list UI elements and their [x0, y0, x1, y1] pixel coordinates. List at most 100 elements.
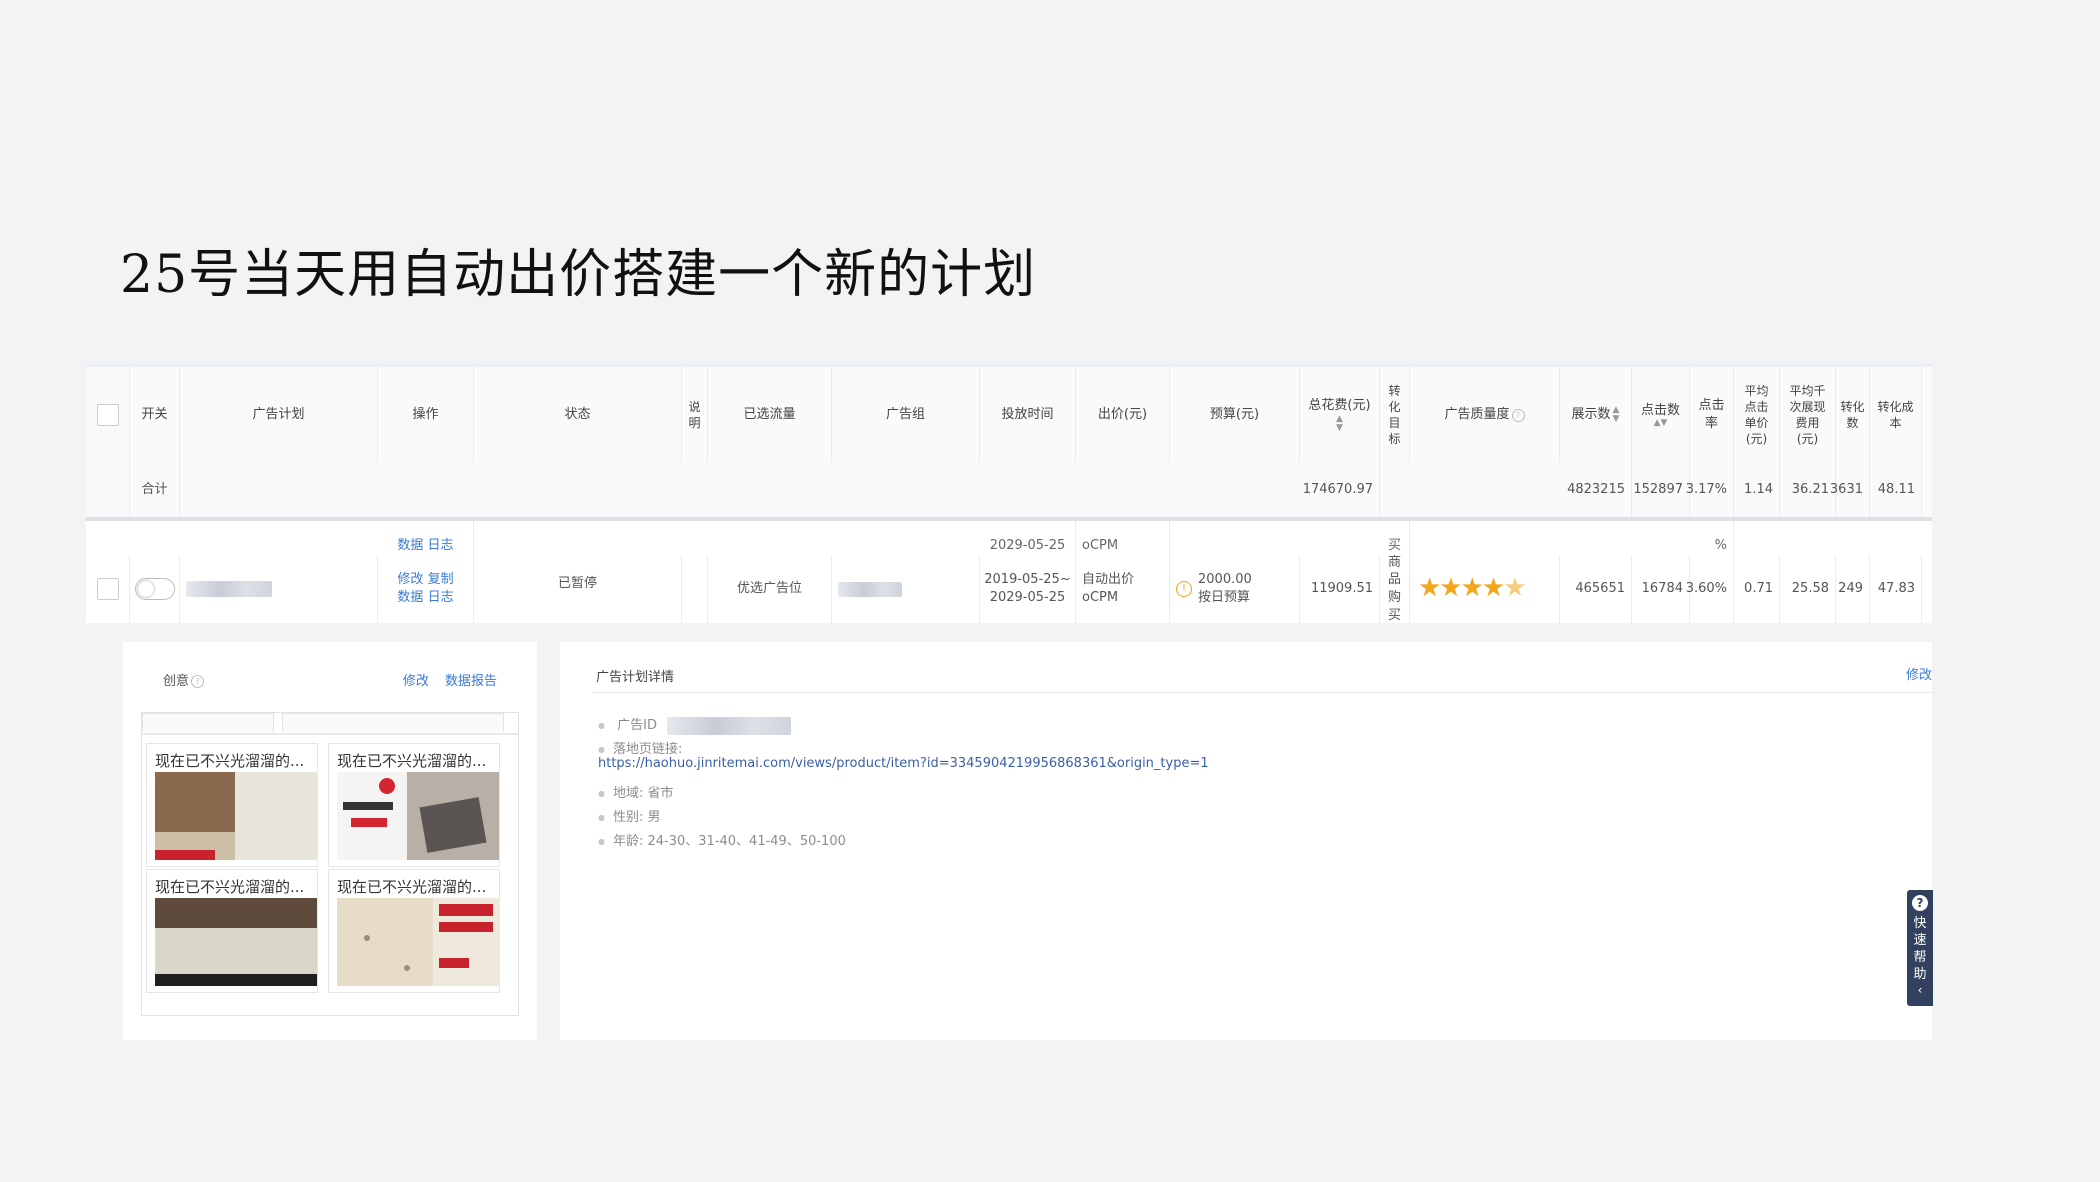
- help-icon[interactable]: ?: [1511, 408, 1525, 422]
- creative-thumb[interactable]: 现在已不兴光溜溜的...: [146, 869, 318, 993]
- row-impressions: 465651: [1560, 555, 1632, 623]
- total-impressions: 4823215: [1560, 463, 1632, 517]
- warning-icon[interactable]: !: [1176, 581, 1192, 597]
- total-cost: 174670.97: [1300, 463, 1380, 517]
- row-target: 商品购买: [1380, 555, 1410, 623]
- row-clicks: 16784: [1632, 555, 1690, 623]
- creative-gallery: 现在已不兴光溜溜的... 现在已不兴光溜溜的... 现在已不兴光溜溜的... 现…: [141, 712, 519, 1016]
- detail-region: 地域: 省市: [598, 782, 674, 801]
- data-link[interactable]: 数据: [397, 590, 423, 605]
- ad-id-redacted: [667, 716, 792, 735]
- partial-ctr: %: [1690, 521, 1734, 555]
- detail-ad-id: 广告ID: [598, 714, 792, 735]
- row-note-cell: [682, 555, 708, 623]
- header-time: 投放时间: [980, 367, 1076, 463]
- header-cpa: 转化成本: [1870, 367, 1922, 463]
- header-impressions-cell[interactable]: 展示数 ▲ ▼: [1560, 367, 1632, 463]
- row-action-cell: 修改 复制 数据 日志: [378, 555, 474, 623]
- thumb-caption: 现在已不兴光溜溜的...: [337, 878, 487, 896]
- sort-icon[interactable]: ▲▼: [1654, 419, 1668, 428]
- total-empty-cell: [86, 463, 130, 517]
- table-total-row: 合计 174670.97 4823215 152897 3.17% 1.14 3…: [86, 463, 1932, 521]
- total-ctr: 3.17%: [1686, 463, 1734, 517]
- header-traffic: 已选流量: [708, 367, 832, 463]
- header-clicks-cell[interactable]: 点击数 ▲▼: [1632, 367, 1690, 463]
- quick-help-label: 快速帮助: [1913, 916, 1927, 982]
- thumb-caption: 现在已不兴光溜溜的...: [155, 878, 305, 896]
- header-ctr: 点击率: [1698, 398, 1725, 431]
- help-icon[interactable]: ?: [191, 675, 205, 688]
- header-status: 状态: [474, 367, 682, 463]
- header-cpm: 平均千次展现费用(元): [1780, 367, 1836, 463]
- header-budget: 预算(元): [1170, 367, 1300, 463]
- select-all-checkbox[interactable]: [96, 404, 119, 426]
- partial-bid: oCPM: [1076, 521, 1170, 555]
- row-plan-cell[interactable]: [180, 555, 378, 623]
- row-group-cell[interactable]: [832, 555, 980, 623]
- creative-tab-strip: [142, 713, 518, 735]
- landing-page-link[interactable]: https://haohuo.jinritemai.com/views/prod…: [598, 756, 1209, 771]
- creative-title: 创意: [163, 674, 190, 689]
- creative-tab[interactable]: [142, 713, 274, 732]
- creative-thumb[interactable]: 现在已不兴光溜溜的...: [328, 869, 500, 993]
- partial-action[interactable]: 数据 日志: [378, 521, 474, 555]
- row-status: 已暂停: [474, 555, 682, 623]
- floor-photo-image: [155, 772, 317, 860]
- detail-edit-link[interactable]: 修改: [1906, 664, 1932, 683]
- header-conversions: 转化数: [1836, 367, 1870, 463]
- row-quality-cell: ★★★★★: [1410, 555, 1560, 623]
- edit-link[interactable]: 修改: [397, 572, 423, 587]
- detail-title: 广告计划详情: [596, 670, 675, 685]
- header-ctr-cell[interactable]: 点击率: [1690, 367, 1734, 463]
- detail-gender: 性别: 男: [598, 806, 661, 825]
- row-cpa: 47.83: [1870, 555, 1922, 623]
- plan-name-redacted: [186, 581, 272, 597]
- row-bid-mode: oCPM: [1082, 590, 1119, 605]
- plan-toggle-switch[interactable]: [134, 578, 175, 600]
- living-room-image: [155, 898, 317, 986]
- total-label: 合计: [130, 463, 180, 517]
- header-plan: 广告计划: [180, 367, 378, 463]
- row-time-start: 2019-05-25~: [984, 572, 1071, 588]
- detail-age: 年龄: 24-30、31-40、41-49、50-100: [598, 830, 846, 849]
- header-cost-cell[interactable]: 总花费(元) ▲ ▼: [1300, 367, 1380, 463]
- row-bid-type: 自动出价: [1082, 572, 1135, 588]
- sort-icon[interactable]: ▲▼: [1613, 406, 1620, 424]
- row-bid-cell: 自动出价 oCPM: [1076, 555, 1170, 623]
- total-conversions: 3631: [1830, 463, 1870, 517]
- question-icon: ?: [1912, 895, 1928, 911]
- floor-tile-image: [337, 898, 499, 986]
- header-action: 操作: [378, 367, 474, 463]
- creative-thumb[interactable]: 现在已不兴光溜溜的...: [328, 743, 500, 867]
- creative-tab[interactable]: [282, 713, 504, 732]
- row-budget-type: 按日预算: [1198, 590, 1251, 605]
- quick-help-tab[interactable]: ? 快速帮助 ‹: [1907, 890, 1933, 1006]
- creative-links: 修改 数据报告: [391, 670, 497, 689]
- sort-icon[interactable]: ▲▼: [1336, 414, 1343, 433]
- row-select-cell: [86, 555, 130, 623]
- row-budget-cell: ! 2000.00 按日预算: [1170, 555, 1300, 623]
- creative-report-link[interactable]: 数据报告: [445, 674, 497, 689]
- log-link[interactable]: 日志: [428, 590, 454, 605]
- header-quality-cell: 广告质量度?: [1410, 367, 1560, 463]
- copy-link[interactable]: 复制: [428, 572, 454, 587]
- total-cpc: 1.14: [1734, 463, 1780, 517]
- row-budget-amount: 2000.00: [1198, 572, 1252, 588]
- header-impressions: 展示数: [1571, 407, 1611, 423]
- row-switch-cell: [130, 555, 180, 623]
- row-cost: 11909.51: [1300, 555, 1380, 623]
- thumb-caption: 现在已不兴光溜溜的...: [155, 752, 305, 770]
- row-time-cell: 2019-05-25~ 2029-05-25: [980, 555, 1076, 623]
- table-row: 修改 复制 数据 日志 已暂停 优选广告位 2019-05-25~ 2029-0…: [86, 555, 1932, 623]
- partial-time: 2029-05-25: [980, 521, 1076, 555]
- header-cost: 总花费(元): [1308, 398, 1371, 414]
- total-cpa: 48.11: [1870, 463, 1922, 517]
- creative-edit-link[interactable]: 修改: [403, 674, 429, 689]
- header-target: 转化目标: [1380, 367, 1410, 463]
- header-group: 广告组: [832, 367, 980, 463]
- row-time-end: 2029-05-25: [989, 590, 1066, 605]
- header-clicks: 点击数: [1640, 402, 1680, 418]
- creative-panel: 创意? 修改 数据报告 现在已不兴光溜溜的... 现在已不兴光溜溜的... 现在…: [123, 642, 537, 1040]
- row-checkbox[interactable]: [96, 578, 119, 600]
- creative-thumb[interactable]: 现在已不兴光溜溜的...: [146, 743, 318, 867]
